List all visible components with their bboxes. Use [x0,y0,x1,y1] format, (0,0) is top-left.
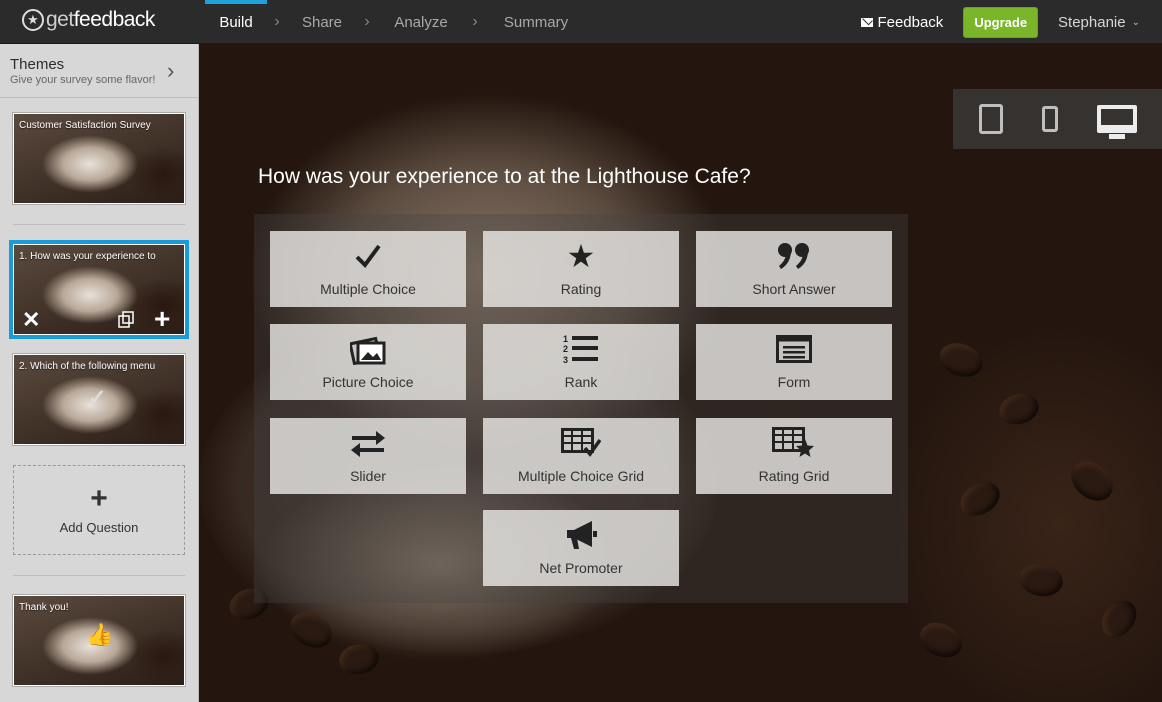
question-type-form[interactable]: Form [696,324,892,400]
coffee-bean-decoration [954,475,1006,523]
question-type-short-answer[interactable]: Short Answer [696,231,892,307]
themes-panel-toggle[interactable]: Themes Give your survey some flavor! › [0,44,198,98]
themes-title: Themes [10,56,65,73]
divider [13,224,185,225]
logo-text-get: get [46,8,74,31]
logo-text-feedback: feedback [73,8,156,31]
card-thank-you[interactable]: Thank you! 👍 [13,595,185,686]
chevron-down-icon: ⌄ [1131,16,1140,28]
user-menu[interactable]: Stephanie ⌄ [1058,14,1140,31]
thumbs-up-icon: 👍 [86,622,114,647]
add-question-button[interactable]: + Add Question [13,465,185,555]
star-logo-icon: ★ [22,9,44,31]
user-name: Stephanie [1058,13,1126,31]
card-welcome[interactable]: Customer Satisfaction Survey [13,113,185,204]
tablet-icon [978,104,1003,134]
chevron-right-icon: › [274,13,280,30]
form-icon [776,334,812,364]
feedback-link[interactable]: Feedback [861,14,943,31]
svg-text:3: 3 [563,355,568,365]
coffee-bean-decoration [1063,453,1121,509]
add-icon[interactable]: + [154,303,170,334]
top-navigation-bar: ★ get feedback Build › Share › Analyze › … [0,0,1162,44]
tab-analyze[interactable]: Analyze [377,0,465,44]
picture-icon [350,334,386,365]
desktop-icon [1096,105,1137,139]
checkmark-icon: ✓ [88,385,107,410]
coffee-bean-decoration [1094,594,1144,644]
chevron-right-icon: › [364,13,370,30]
divider [13,575,185,576]
chevron-right-icon: › [472,13,478,30]
coffee-bean-decoration [995,389,1043,429]
quote-icon [777,241,811,271]
feedback-label: Feedback [877,13,944,31]
tablet-preview-button[interactable] [978,104,1003,134]
card-label: Thank you! [19,602,69,613]
card-label: 1. How was your experience to [19,251,156,262]
megaphone-icon [564,520,598,550]
workflow-steps: Build › Share › Analyze › Summary [205,0,587,44]
envelope-icon [861,17,874,27]
delete-icon[interactable]: ✕ [22,307,40,333]
card-label: 2. Which of the following menu [19,361,156,372]
question-type-net-promoter[interactable]: Net Promoter [483,510,679,586]
question-type-label: Rating Grid [758,468,830,484]
device-preview-toggle [953,89,1162,149]
coffee-bean-decoration [914,616,968,664]
card-question-2[interactable]: 2. Which of the following menu ✓ [13,354,185,445]
question-type-label: Multiple Choice Grid [517,468,645,484]
top-right-controls: Feedback Upgrade Stephanie ⌄ [861,0,1162,44]
card-question-1[interactable]: 1. How was your experience to ✕ + [9,240,189,339]
question-title[interactable]: How was your experience to at the Lighth… [258,165,751,189]
question-type-picture-choice[interactable]: Picture Choice [270,324,466,400]
themes-subtitle: Give your survey some flavor! [10,74,156,86]
question-type-label: Rating [560,281,602,297]
getfeedback-logo[interactable]: ★ get feedback [22,8,155,32]
question-type-label: Net Promoter [539,560,623,576]
plus-icon: + [90,481,108,515]
add-question-label: Add Question [59,519,139,535]
question-type-rating-grid[interactable]: Rating Grid [696,418,892,494]
question-type-label: Form [777,374,811,390]
question-type-label: Slider [350,468,386,484]
chevron-right-icon: › [167,58,175,83]
question-type-label: Picture Choice [322,374,414,390]
desktop-preview-button[interactable] [1096,105,1137,139]
svg-text:2: 2 [563,344,568,354]
slider-arrows-icon [350,428,386,458]
duplicate-icon[interactable] [118,311,134,328]
card-label: Customer Satisfaction Survey [19,120,151,131]
checkmark-icon [354,241,382,271]
phone-icon [1041,106,1058,132]
ranked-list-icon: 123 [563,334,599,365]
coffee-bean-decoration [934,337,988,383]
grid-star-icon [772,427,816,458]
coffee-bean-decoration [336,640,382,678]
survey-sidebar: Themes Give your survey some flavor! › C… [0,44,199,702]
tab-build[interactable]: Build [205,0,267,44]
question-type-label: Multiple Choice [320,281,416,297]
question-type-multiple-choice-grid[interactable]: Multiple Choice Grid [483,418,679,494]
question-type-rating[interactable]: ★ Rating [483,231,679,307]
question-type-label: Rank [564,374,598,390]
tab-share[interactable]: Share [287,0,357,44]
star-icon: ★ [566,238,596,274]
upgrade-button[interactable]: Upgrade [963,6,1039,38]
coffee-bean-decoration [1016,560,1066,600]
phone-preview-button[interactable] [1041,106,1058,132]
question-type-label: Short Answer [752,281,836,297]
question-type-slider[interactable]: Slider [270,418,466,494]
question-type-rank[interactable]: 123 Rank [483,324,679,400]
question-type-multiple-choice[interactable]: Multiple Choice [270,231,466,307]
grid-check-icon [561,428,601,458]
svg-text:1: 1 [563,334,568,344]
tab-summary[interactable]: Summary [485,0,587,44]
